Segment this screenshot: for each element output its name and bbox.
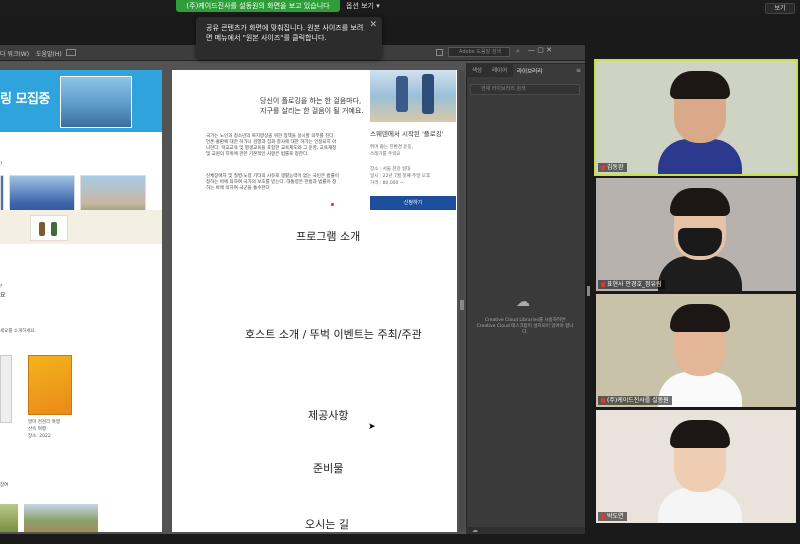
participant-hair — [670, 188, 730, 216]
program-date: 일시 : 22년 7월 첫째 주말 오후 — [370, 174, 431, 179]
participant-tile[interactable]: 박도연 — [596, 410, 796, 523]
participant-name: 박도연 — [598, 512, 627, 521]
book-cover — [28, 355, 72, 415]
banner-photo — [60, 76, 132, 128]
info-strip — [0, 210, 162, 244]
hikers-illustration — [30, 215, 68, 241]
intro-line-1: 당신이 플로깅을 하는 한 걸음마다, — [260, 97, 362, 105]
participant-body — [658, 139, 742, 174]
help-search-input[interactable]: Adobe 도움말 검색 — [448, 47, 510, 57]
tab-libraries[interactable]: 라이브러리 ≡ — [513, 64, 585, 77]
banner-title: 링 모집중 — [0, 92, 50, 107]
creative-cloud-icon: ☁ — [516, 294, 530, 310]
caption-4: 장소: 2022 — [28, 434, 51, 439]
meeting-top-bar — [0, 0, 800, 14]
marker-dot — [331, 203, 334, 206]
plogging-photo — [370, 70, 456, 122]
caption-5: 참여 — [0, 483, 9, 488]
mic-muted-icon — [601, 398, 605, 403]
caption-1: 세요를 소개하세요. — [0, 329, 36, 334]
participant-hair — [670, 71, 730, 99]
window-controls[interactable]: — ▢ ✕ — [528, 46, 552, 54]
person-icon — [396, 76, 408, 112]
program-desc-2: 쓰레기를 주워요 — [370, 152, 401, 157]
participant-name: 표현사 안경호_정유림 — [598, 280, 665, 289]
participant-name-text: 김동완 — [607, 164, 624, 171]
person-icon — [422, 74, 434, 114]
bottom-photo-2 — [24, 504, 98, 532]
hiker-icon — [51, 222, 57, 236]
hiker-icon — [39, 222, 45, 236]
main-artboard: 당신이 플로깅을 하는 한 걸음마다, 지구를 살리는 한 걸음이 될 거예요.… — [172, 70, 457, 532]
scrollbar-thumb[interactable] — [460, 300, 464, 310]
tab-layers[interactable]: 레이어 — [492, 66, 507, 74]
participant-name-text: 박도연 — [607, 513, 624, 520]
heading-provided: 제공사항 — [308, 409, 349, 422]
participant-name-text: 표현사 안경호_정유림 — [607, 281, 662, 288]
menu-help[interactable]: 도움말(H) — [36, 49, 62, 58]
program-title: 스웨덴에서 시작된 '플로깅' — [370, 130, 444, 138]
doc-thumb — [0, 355, 12, 423]
face-mask — [678, 228, 722, 256]
mic-muted-icon — [601, 514, 605, 519]
program-place: 장소 : 서울 한강 일대 — [370, 167, 411, 172]
participant-tile[interactable]: 표현사 안경호_정유림 — [596, 178, 796, 291]
participant-tile[interactable]: (주)케이드진사를 설동원 — [596, 294, 796, 407]
participant-name: 김동완 — [598, 163, 627, 172]
view-button[interactable]: 보기 — [765, 3, 795, 14]
heading-host: 호스트 소개 / 뚜벅 이벤트는 주최/주관 — [245, 328, 422, 341]
participant-name: (주)케이드진사를 설동원 — [598, 396, 672, 405]
panel-footer: ☁ — [466, 527, 585, 534]
section-label: ? — [0, 162, 3, 167]
heading-program: 프로그램 소개 — [296, 230, 361, 243]
notification-text: 공유 콘텐츠가 화면에 맞춰집니다. 원본 사이즈를 보려면 메뉴에서 "원본 … — [206, 24, 364, 42]
participant-hair — [670, 304, 730, 332]
participant-name-text: (주)케이드진사를 설동원 — [607, 397, 669, 404]
cc-install-message: Creative Cloud Libraries를 사용하려면 Creative… — [476, 318, 574, 335]
cloud-sync-icon[interactable]: ☁ — [472, 527, 478, 534]
close-icon[interactable]: ✕ — [369, 20, 377, 30]
canvas-scrollbar[interactable] — [459, 70, 465, 532]
search-icon: ⌕ — [516, 47, 520, 55]
screen-share-banner: (주)케이드진사를 설동원의 화면을 보고 있습니다 — [176, 0, 340, 12]
library-search-input[interactable]: 현재 라이브러리 검색 — [470, 84, 580, 95]
participant-tile[interactable]: 김동완 — [594, 59, 798, 176]
mic-muted-icon — [601, 165, 605, 170]
panel-menu-icon[interactable]: ≡ — [576, 67, 581, 74]
recruit-banner: 링 모집중 — [0, 70, 162, 132]
participant-hair — [670, 420, 730, 448]
left-artboard: 링 모집중 ? › 세요를 소개하세요. 발마 천천리 여행 산속 여행 장소:… — [0, 70, 162, 532]
apply-button[interactable]: 신청하기 — [370, 196, 456, 210]
arrow-label: › — [0, 282, 3, 289]
gallery-resize-handle[interactable] — [587, 286, 590, 296]
caption-2: 발마 천천리 여행 — [28, 420, 60, 425]
body-paragraph-2: 신체장애자 및 질병·노령 기타의 사유로 생활능력이 없는 국민은 법률이 정… — [206, 174, 339, 191]
mic-muted-icon — [601, 282, 605, 287]
share-fit-notification: 공유 콘텐츠가 화면에 맞춰집니다. 원본 사이즈를 보려면 메뉴에서 "원본 … — [196, 17, 382, 59]
menu-window[interactable]: 다 워크(W) — [0, 49, 29, 58]
participant-body — [658, 256, 742, 291]
tab-libraries-label: 라이브러리 — [517, 69, 543, 75]
caption-3: 산속 여행 — [28, 427, 46, 432]
view-options-menu[interactable]: 옵션 보기 ▾ — [346, 1, 380, 11]
bottom-photo-1 — [0, 504, 18, 532]
program-desc-1: 뛰며 줍는 친환경 운동, — [370, 145, 413, 150]
mouse-cursor-icon: ➤ — [368, 422, 376, 432]
heading-directions: 오시는 길 — [305, 518, 349, 531]
layout-icon[interactable] — [66, 49, 76, 56]
intro-line-2: 지구를 살리는 한 걸음이 될 거예요. — [260, 107, 364, 115]
strip-label: 요 — [0, 292, 6, 299]
tab-color[interactable]: 색상 — [472, 66, 482, 74]
participant-body — [658, 488, 742, 523]
body-paragraph-1: 국가는 노인과 청소년의 복지향상을 위한 정책을 실시할 의무를 진다. 언론… — [206, 134, 337, 157]
workspace-icon[interactable] — [436, 49, 443, 56]
heading-prepare: 준비물 — [313, 462, 344, 475]
program-price: 가격 : 80,000 ~ — [370, 181, 404, 186]
